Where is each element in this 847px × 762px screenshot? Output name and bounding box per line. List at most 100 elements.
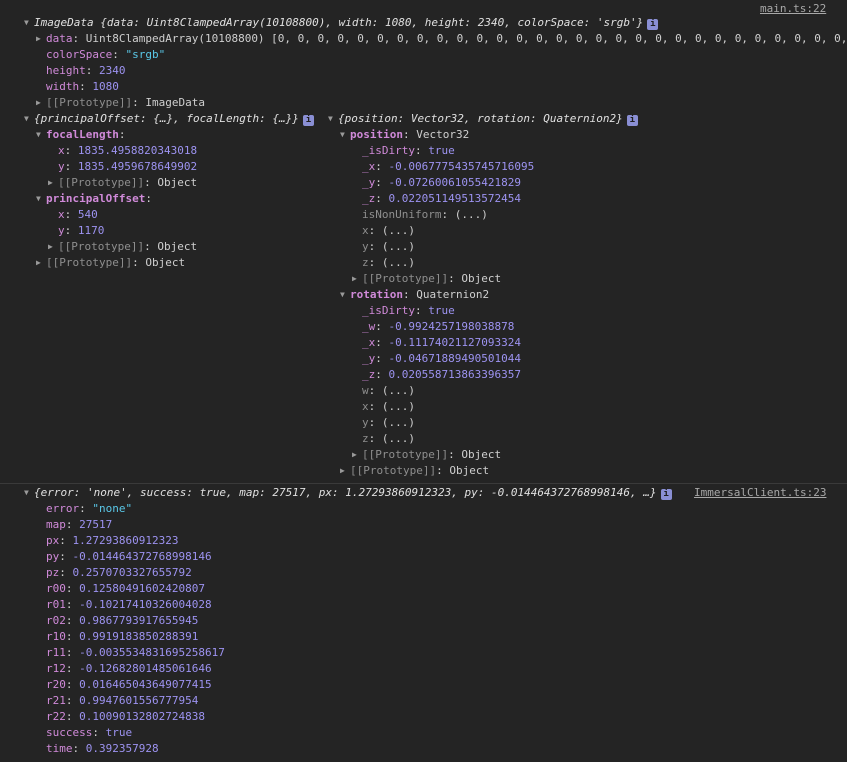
property-value: 27517 xyxy=(79,518,113,531)
property-value: -0.10217410326004028 xyxy=(79,598,212,611)
position-getter-z-row[interactable]: z: (...) xyxy=(362,255,415,271)
rotation-getter-z-row[interactable]: z: (...) xyxy=(362,431,415,447)
property-value: -0.014464372768998146 xyxy=(72,550,212,563)
expanded-triangle-icon[interactable]: ▼ xyxy=(36,127,46,143)
property-key: r00 xyxy=(46,582,66,595)
info-icon[interactable]: i xyxy=(626,115,638,126)
expanded-triangle-icon[interactable]: ▼ xyxy=(340,287,350,303)
property-value: true xyxy=(105,726,133,739)
imagedata-height-row: height: 2340 xyxy=(46,64,126,77)
property-key: r22 xyxy=(46,710,66,723)
response-row-r00: r00: 0.12580491602420807 xyxy=(46,582,205,595)
property-value: -0.0035534831695258617 xyxy=(79,646,225,659)
property-key: map xyxy=(46,518,66,531)
response-row-time: time: 0.392357928 xyxy=(46,742,159,755)
intrinsics-header[interactable]: ▼ {principalOffset: {…}, focalLength: {…}… xyxy=(24,111,314,127)
rotation-getter-x-row[interactable]: x: (...) xyxy=(362,399,415,415)
response-row-r11: r11: -0.0035534831695258617 xyxy=(46,646,225,659)
collapsed-triangle-icon[interactable]: ▶ xyxy=(36,95,46,111)
property-key: r11 xyxy=(46,646,66,659)
property-value: 0.9919183850288391 xyxy=(79,630,199,643)
position-getter-y-row[interactable]: y: (...) xyxy=(362,239,415,255)
collapsed-triangle-icon[interactable]: ▶ xyxy=(48,175,58,191)
source-link-main[interactable]: main.ts:22 xyxy=(760,1,826,17)
offset-prototype-row[interactable]: ▶ [[Prototype]]: Object xyxy=(48,239,197,255)
response-row-px: px: 1.27293860912323 xyxy=(46,534,179,547)
source-link-immersal[interactable]: ImmersalClient.ts:23 xyxy=(694,485,826,501)
imagedata-prototype-row[interactable]: ▶ [[Prototype]]: ImageData xyxy=(36,95,205,111)
console-message-immersal: ImmersalClient.ts:23 ▼ {error: 'none', su… xyxy=(0,483,847,762)
imagedata-header[interactable]: ▼ ImageData {data: Uint8ClampedArray(1010… xyxy=(24,15,659,31)
expanded-triangle-icon[interactable]: ▼ xyxy=(36,191,46,207)
property-key: r10 xyxy=(46,630,66,643)
property-key: px xyxy=(46,534,60,547)
property-value: "none" xyxy=(92,502,133,515)
response-row-error: error: "none" xyxy=(46,502,133,515)
info-icon[interactable]: i xyxy=(302,115,314,126)
rotation-z-row: _z: 0.020558713863396357 xyxy=(362,368,521,381)
expanded-triangle-icon[interactable]: ▼ xyxy=(328,111,338,127)
position-y-row: _y: -0.07260061055421829 xyxy=(362,176,521,189)
position-z-row: _z: 0.022051149513572454 xyxy=(362,192,521,205)
property-value: 0.2570703327655792 xyxy=(72,566,192,579)
collapsed-triangle-icon[interactable]: ▶ xyxy=(48,239,58,255)
pose-header[interactable]: ▼ {position: Vector32, rotation: Quaterni… xyxy=(328,111,638,127)
position-getter-x-row[interactable]: x: (...) xyxy=(362,223,415,239)
collapsed-triangle-icon[interactable]: ▶ xyxy=(352,447,362,463)
pose-prototype-row[interactable]: ▶ [[Prototype]]: Object xyxy=(340,463,489,479)
response-row-success: success: true xyxy=(46,726,133,739)
response-header[interactable]: ▼ {error: 'none', success: true, map: 275… xyxy=(24,485,672,501)
response-row-map: map: 27517 xyxy=(46,518,113,531)
rotation-getter-y-row[interactable]: y: (...) xyxy=(362,415,415,431)
focal-prototype-row[interactable]: ▶ [[Prototype]]: Object xyxy=(48,175,197,191)
imagedata-data-row[interactable]: ▶ data: Uint8ClampedArray(10108800) [0, 0… xyxy=(36,31,847,47)
property-key: py xyxy=(46,550,60,563)
property-key: r20 xyxy=(46,678,66,691)
console-message-main: main.ts:22 ▼ ImageData {data: Uint8Clampe… xyxy=(0,0,847,483)
imagedata-summary: ImageData {data: Uint8ClampedArray(10108… xyxy=(34,16,644,29)
property-value: 0.016465043649077415 xyxy=(79,678,212,691)
position-prototype-row[interactable]: ▶ [[Prototype]]: Object xyxy=(352,271,501,287)
intrinsics-prototype-row[interactable]: ▶ [[Prototype]]: Object xyxy=(36,255,185,271)
expanded-triangle-icon[interactable]: ▼ xyxy=(24,15,34,31)
collapsed-triangle-icon[interactable]: ▶ xyxy=(36,31,46,47)
position-x-row: _x: -0.0067775435745716095 xyxy=(362,160,535,173)
rotation-w-row: _w: -0.9924257198038878 xyxy=(362,320,515,333)
property-key: error xyxy=(46,502,80,515)
expanded-triangle-icon[interactable]: ▼ xyxy=(24,111,34,127)
principal-offset-row[interactable]: ▼ principalOffset: xyxy=(36,191,152,207)
position-isdirty-row: _isDirty: true xyxy=(362,144,455,157)
expanded-triangle-icon[interactable]: ▼ xyxy=(24,485,34,501)
collapsed-triangle-icon[interactable]: ▶ xyxy=(352,271,362,287)
response-row-r21: r21: 0.9947601556777954 xyxy=(46,694,199,707)
rotation-prototype-row[interactable]: ▶ [[Prototype]]: Object xyxy=(352,447,501,463)
rotation-isdirty-row: _isDirty: true xyxy=(362,304,455,317)
info-icon[interactable]: i xyxy=(660,489,672,500)
response-row-r10: r10: 0.9919183850288391 xyxy=(46,630,199,643)
imagedata-width-row: width: 1080 xyxy=(46,80,119,93)
rotation-y-row: _y: -0.04671889490501044 xyxy=(362,352,521,365)
collapsed-triangle-icon[interactable]: ▶ xyxy=(36,255,46,271)
property-value: 0.9867793917655945 xyxy=(79,614,199,627)
info-icon[interactable]: i xyxy=(647,19,659,30)
focal-y-row: y: 1835.4959678649902 xyxy=(58,160,198,173)
response-summary: {error: 'none', success: true, map: 2751… xyxy=(34,486,657,499)
rotation-row[interactable]: ▼ rotation: Quaternion2 xyxy=(340,287,489,303)
offset-x-row: x: 540 xyxy=(58,208,98,221)
rotation-x-row: _x: -0.11174021127093324 xyxy=(362,336,521,349)
offset-y-row: y: 1170 xyxy=(58,224,105,237)
expanded-triangle-icon[interactable]: ▼ xyxy=(340,127,350,143)
collapsed-triangle-icon[interactable]: ▶ xyxy=(340,463,350,479)
property-key: r02 xyxy=(46,614,66,627)
property-value: -0.12682801485061646 xyxy=(79,662,212,675)
focal-x-row: x: 1835.4958820343018 xyxy=(58,144,198,157)
response-row-r01: r01: -0.10217410326004028 xyxy=(46,598,212,611)
response-row-r12: r12: -0.12682801485061646 xyxy=(46,662,212,675)
response-row-r22: r22: 0.10090132802724838 xyxy=(46,710,205,723)
position-row[interactable]: ▼ position: Vector32 xyxy=(340,127,469,143)
rotation-getter-w-row[interactable]: w: (...) xyxy=(362,383,415,399)
position-nonuniform-row[interactable]: isNonUniform: (...) xyxy=(362,207,488,223)
focal-length-row[interactable]: ▼ focalLength: xyxy=(36,127,125,143)
response-row-py: py: -0.014464372768998146 xyxy=(46,550,212,563)
property-value: 0.392357928 xyxy=(85,742,159,755)
